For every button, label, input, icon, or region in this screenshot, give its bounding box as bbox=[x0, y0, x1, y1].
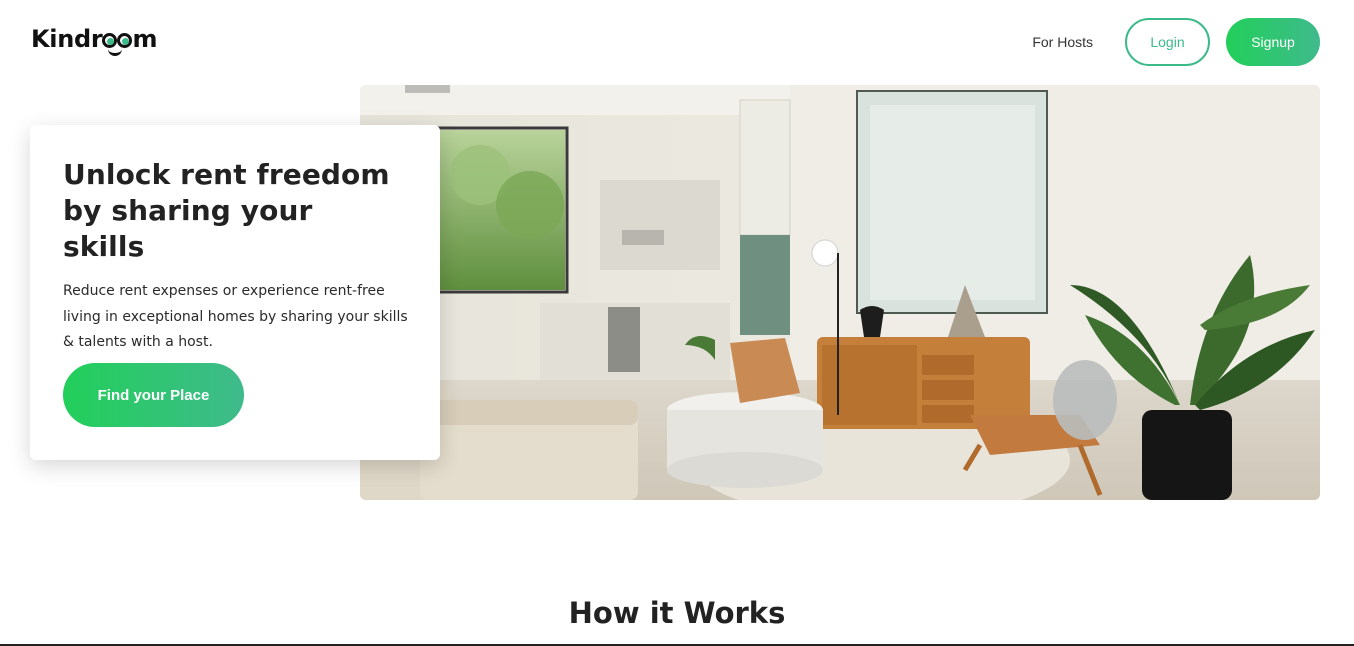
kindroom-logo[interactable]: Kindr m bbox=[31, 24, 157, 58]
for-hosts-link[interactable]: For Hosts bbox=[1032, 34, 1093, 50]
hero-description: Reduce rent expenses or experience rent-… bbox=[63, 283, 408, 350]
hero-living-room-image bbox=[360, 85, 1320, 500]
login-button[interactable]: Login bbox=[1125, 18, 1210, 66]
signup-button[interactable]: Signup bbox=[1226, 18, 1320, 66]
how-it-works-title: How it Works bbox=[568, 596, 786, 630]
hero-card: Unlock rent freedom by sharing your skil… bbox=[30, 125, 440, 460]
find-your-place-button[interactable]: Find your Place bbox=[63, 363, 244, 427]
logo-text-end: m bbox=[132, 25, 158, 53]
top-nav: For Hosts Login Signup bbox=[1032, 18, 1320, 66]
logo-eyes-icon bbox=[102, 24, 133, 56]
logo-text-start: Kindr bbox=[31, 25, 103, 53]
hero-title: Unlock rent freedom by sharing your skil… bbox=[63, 158, 390, 263]
